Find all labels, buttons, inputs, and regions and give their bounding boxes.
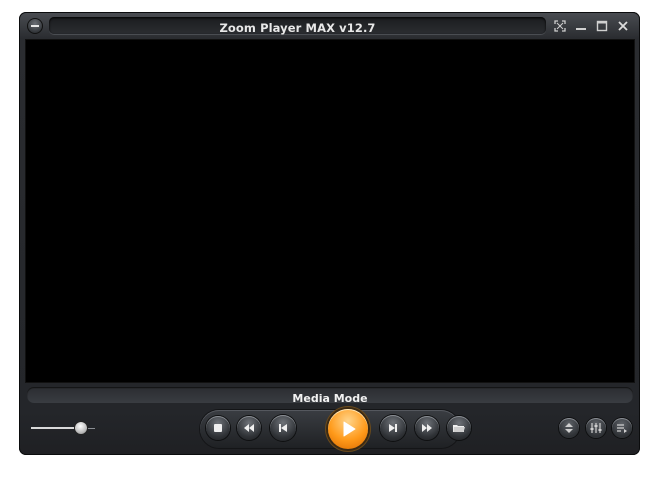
title-bar[interactable]: Zoom Player MAX v12.7 (19, 12, 640, 40)
playlist-icon[interactable] (612, 418, 632, 438)
stop-icon[interactable] (206, 416, 230, 440)
up-down-arrows-icon[interactable] (559, 418, 579, 438)
minus-icon[interactable] (27, 18, 43, 34)
fast-forward-icon[interactable] (415, 416, 439, 440)
close-icon[interactable] (615, 18, 631, 34)
video-area[interactable] (26, 40, 634, 382)
media-mode-bar: Media Mode (27, 387, 633, 405)
player-window: Zoom Player MAX v12.7 Media Mode (19, 12, 640, 455)
skip-previous-icon[interactable] (270, 415, 296, 441)
fullscreen-arrows-icon[interactable] (552, 18, 568, 34)
title-field: Zoom Player MAX v12.7 (49, 17, 546, 35)
sliders-icon[interactable] (586, 418, 606, 438)
folder-icon[interactable] (447, 416, 471, 440)
volume-slider-thumb[interactable] (75, 422, 87, 434)
minimize-icon[interactable] (573, 18, 589, 34)
window-title: Zoom Player MAX v12.7 (219, 21, 376, 35)
maximize-icon[interactable] (594, 18, 610, 34)
rewind-icon[interactable] (237, 416, 261, 440)
skip-next-icon[interactable] (380, 415, 406, 441)
play-icon[interactable] (328, 409, 368, 449)
media-mode-label: Media Mode (292, 392, 368, 405)
